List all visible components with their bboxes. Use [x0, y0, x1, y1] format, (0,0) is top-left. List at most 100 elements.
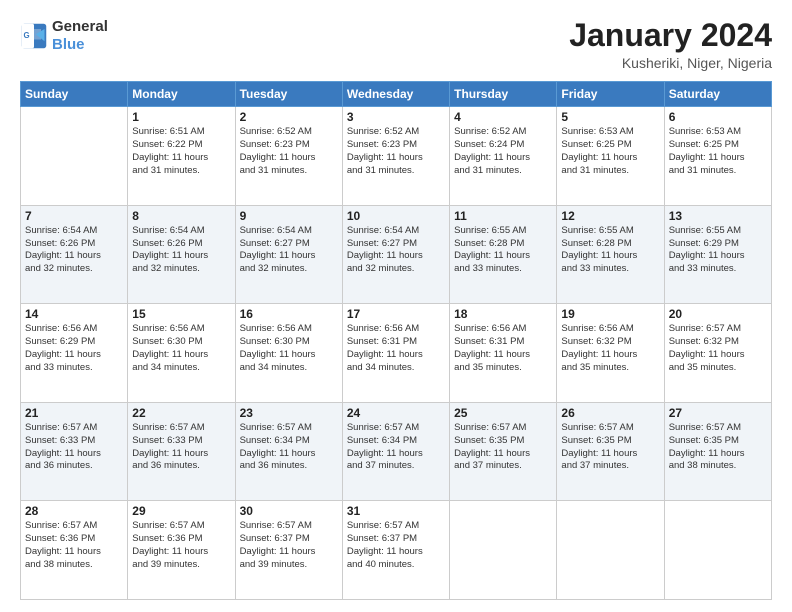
day-number: 18 — [454, 307, 552, 321]
calendar-cell: 17 Sunrise: 6:56 AMSunset: 6:31 PMDayligh… — [342, 304, 449, 403]
day-number: 15 — [132, 307, 230, 321]
calendar-cell: 12 Sunrise: 6:55 AMSunset: 6:28 PMDayligh… — [557, 205, 664, 304]
cell-content: Sunrise: 6:57 AMSunset: 6:35 PMDaylight:… — [561, 422, 659, 473]
cell-content: Sunrise: 6:57 AMSunset: 6:36 PMDaylight:… — [132, 520, 230, 571]
day-number: 2 — [240, 110, 338, 124]
cell-content: Sunrise: 6:57 AMSunset: 6:35 PMDaylight:… — [454, 422, 552, 473]
logo-icon: G — [20, 22, 48, 50]
calendar-day-header: Tuesday — [235, 82, 342, 107]
day-number: 24 — [347, 406, 445, 420]
cell-content: Sunrise: 6:56 AMSunset: 6:31 PMDaylight:… — [347, 323, 445, 374]
day-number: 31 — [347, 504, 445, 518]
calendar-cell — [21, 107, 128, 206]
calendar-cell: 20Sunrise: 6:57 AMSunset: 6:32 PMDayligh… — [664, 304, 771, 403]
cell-content: Sunrise: 6:55 AMSunset: 6:28 PMDaylight:… — [561, 225, 659, 276]
cell-content: Sunrise: 6:57 AMSunset: 6:34 PMDaylight:… — [347, 422, 445, 473]
calendar-cell: 24 Sunrise: 6:57 AMSunset: 6:34 PMDayligh… — [342, 402, 449, 501]
cell-content: Sunrise: 6:57 AMSunset: 6:37 PMDaylight:… — [240, 520, 338, 571]
calendar-cell: 1 Sunrise: 6:51 AMSunset: 6:22 PMDaylight… — [128, 107, 235, 206]
day-number: 22 — [132, 406, 230, 420]
calendar-cell: 22 Sunrise: 6:57 AMSunset: 6:33 PMDayligh… — [128, 402, 235, 501]
title-block: January 2024 Kusheriki, Niger, Nigeria — [569, 18, 772, 71]
cell-content: Sunrise: 6:56 AMSunset: 6:32 PMDaylight:… — [561, 323, 659, 374]
calendar-cell: 25 Sunrise: 6:57 AMSunset: 6:35 PMDayligh… — [450, 402, 557, 501]
calendar-day-header: Saturday — [664, 82, 771, 107]
day-number: 17 — [347, 307, 445, 321]
day-number: 8 — [132, 209, 230, 223]
cell-content: Sunrise: 6:57 AMSunset: 6:33 PMDaylight:… — [25, 422, 123, 473]
day-number: 3 — [347, 110, 445, 124]
cell-content: Sunrise: 6:57 AMSunset: 6:34 PMDaylight:… — [240, 422, 338, 473]
cell-content: Sunrise: 6:56 AMSunset: 6:31 PMDaylight:… — [454, 323, 552, 374]
calendar-cell: 14Sunrise: 6:56 AMSunset: 6:29 PMDayligh… — [21, 304, 128, 403]
logo-text: General Blue — [52, 18, 108, 54]
day-number: 6 — [669, 110, 767, 124]
logo: G General Blue — [20, 18, 108, 54]
calendar-cell: 5Sunrise: 6:53 AMSunset: 6:25 PMDaylight… — [557, 107, 664, 206]
calendar-header-row: SundayMondayTuesdayWednesdayThursdayFrid… — [21, 82, 772, 107]
day-number: 1 — [132, 110, 230, 124]
calendar-week-row: 1 Sunrise: 6:51 AMSunset: 6:22 PMDaylight… — [21, 107, 772, 206]
calendar-day-header: Sunday — [21, 82, 128, 107]
calendar-cell — [664, 501, 771, 600]
cell-content: Sunrise: 6:53 AMSunset: 6:25 PMDaylight:… — [669, 126, 767, 177]
calendar-cell: 23Sunrise: 6:57 AMSunset: 6:34 PMDayligh… — [235, 402, 342, 501]
cell-content: Sunrise: 6:57 AMSunset: 6:36 PMDaylight:… — [25, 520, 123, 571]
cell-content: Sunrise: 6:54 AMSunset: 6:27 PMDaylight:… — [240, 225, 338, 276]
calendar-cell: 27Sunrise: 6:57 AMSunset: 6:35 PMDayligh… — [664, 402, 771, 501]
day-number: 28 — [25, 504, 123, 518]
cell-content: Sunrise: 6:55 AMSunset: 6:28 PMDaylight:… — [454, 225, 552, 276]
cell-content: Sunrise: 6:54 AMSunset: 6:27 PMDaylight:… — [347, 225, 445, 276]
cell-content: Sunrise: 6:54 AMSunset: 6:26 PMDaylight:… — [132, 225, 230, 276]
calendar-day-header: Monday — [128, 82, 235, 107]
calendar-table: SundayMondayTuesdayWednesdayThursdayFrid… — [20, 81, 772, 600]
cell-content: Sunrise: 6:56 AMSunset: 6:30 PMDaylight:… — [132, 323, 230, 374]
cell-content: Sunrise: 6:57 AMSunset: 6:37 PMDaylight:… — [347, 520, 445, 571]
day-number: 21 — [25, 406, 123, 420]
subtitle: Kusheriki, Niger, Nigeria — [569, 55, 772, 71]
calendar-cell: 7Sunrise: 6:54 AMSunset: 6:26 PMDaylight… — [21, 205, 128, 304]
day-number: 12 — [561, 209, 659, 223]
calendar-day-header: Wednesday — [342, 82, 449, 107]
calendar-cell: 4 Sunrise: 6:52 AMSunset: 6:24 PMDaylight… — [450, 107, 557, 206]
calendar-cell: 19 Sunrise: 6:56 AMSunset: 6:32 PMDayligh… — [557, 304, 664, 403]
cell-content: Sunrise: 6:52 AMSunset: 6:24 PMDaylight:… — [454, 126, 552, 177]
calendar-cell: 3 Sunrise: 6:52 AMSunset: 6:23 PMDaylight… — [342, 107, 449, 206]
day-number: 10 — [347, 209, 445, 223]
day-number: 16 — [240, 307, 338, 321]
calendar-cell: 26 Sunrise: 6:57 AMSunset: 6:35 PMDayligh… — [557, 402, 664, 501]
calendar-week-row: 28 Sunrise: 6:57 AMSunset: 6:36 PMDayligh… — [21, 501, 772, 600]
cell-content: Sunrise: 6:54 AMSunset: 6:26 PMDaylight:… — [25, 225, 123, 276]
cell-content: Sunrise: 6:56 AMSunset: 6:29 PMDaylight:… — [25, 323, 123, 374]
calendar-cell: 6 Sunrise: 6:53 AMSunset: 6:25 PMDaylight… — [664, 107, 771, 206]
cell-content: Sunrise: 6:52 AMSunset: 6:23 PMDaylight:… — [240, 126, 338, 177]
main-title: January 2024 — [569, 18, 772, 53]
day-number: 26 — [561, 406, 659, 420]
cell-content: Sunrise: 6:53 AMSunset: 6:25 PMDaylight:… — [561, 126, 659, 177]
calendar-cell: 21 Sunrise: 6:57 AMSunset: 6:33 PMDayligh… — [21, 402, 128, 501]
day-number: 19 — [561, 307, 659, 321]
calendar-cell: 8 Sunrise: 6:54 AMSunset: 6:26 PMDaylight… — [128, 205, 235, 304]
cell-content: Sunrise: 6:52 AMSunset: 6:23 PMDaylight:… — [347, 126, 445, 177]
calendar-week-row: 14Sunrise: 6:56 AMSunset: 6:29 PMDayligh… — [21, 304, 772, 403]
calendar-cell: 16 Sunrise: 6:56 AMSunset: 6:30 PMDayligh… — [235, 304, 342, 403]
calendar-cell: 29Sunrise: 6:57 AMSunset: 6:36 PMDayligh… — [128, 501, 235, 600]
cell-content: Sunrise: 6:56 AMSunset: 6:30 PMDaylight:… — [240, 323, 338, 374]
cell-content: Sunrise: 6:57 AMSunset: 6:33 PMDaylight:… — [132, 422, 230, 473]
calendar-week-row: 7Sunrise: 6:54 AMSunset: 6:26 PMDaylight… — [21, 205, 772, 304]
calendar-cell: 2 Sunrise: 6:52 AMSunset: 6:23 PMDaylight… — [235, 107, 342, 206]
calendar-cell: 18 Sunrise: 6:56 AMSunset: 6:31 PMDayligh… — [450, 304, 557, 403]
svg-text:G: G — [24, 31, 30, 40]
day-number: 30 — [240, 504, 338, 518]
calendar-day-header: Thursday — [450, 82, 557, 107]
day-number: 20 — [669, 307, 767, 321]
calendar-week-row: 21 Sunrise: 6:57 AMSunset: 6:33 PMDayligh… — [21, 402, 772, 501]
calendar-cell: 11Sunrise: 6:55 AMSunset: 6:28 PMDayligh… — [450, 205, 557, 304]
calendar-cell: 9 Sunrise: 6:54 AMSunset: 6:27 PMDaylight… — [235, 205, 342, 304]
day-number: 4 — [454, 110, 552, 124]
day-number: 25 — [454, 406, 552, 420]
calendar-cell: 28 Sunrise: 6:57 AMSunset: 6:36 PMDayligh… — [21, 501, 128, 600]
day-number: 9 — [240, 209, 338, 223]
day-number: 27 — [669, 406, 767, 420]
cell-content: Sunrise: 6:51 AMSunset: 6:22 PMDaylight:… — [132, 126, 230, 177]
